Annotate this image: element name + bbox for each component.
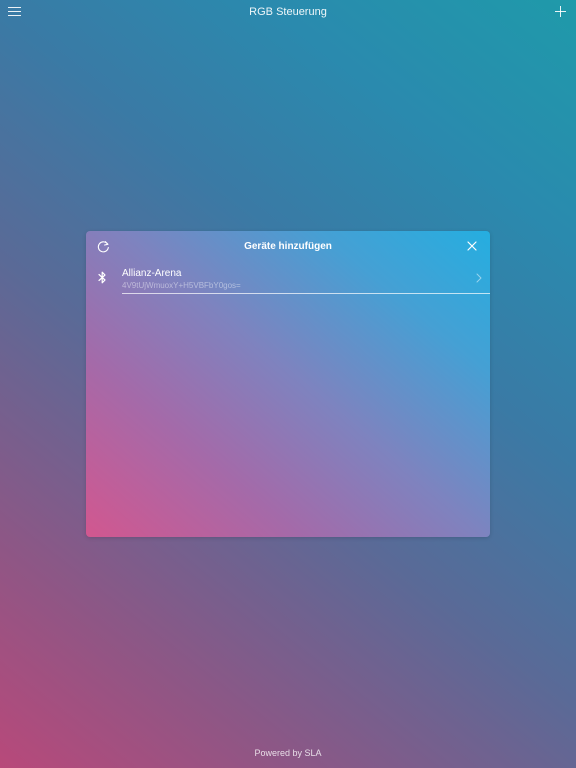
page-title: RGB Steuerung (249, 6, 327, 18)
device-list-item[interactable]: Allianz-Arena 4V9tUjWmuoxY+H5VBFbY0gos= (86, 263, 490, 294)
add-devices-dialog: Geräte hinzufügen Allianz-Arena 4V9tUjWm… (86, 231, 490, 537)
dialog-header: Geräte hinzufügen (86, 231, 490, 261)
bluetooth-icon (98, 271, 106, 284)
device-name: Allianz-Arena (122, 268, 182, 279)
plus-icon[interactable] (555, 6, 566, 17)
row-divider (122, 293, 490, 294)
close-icon[interactable] (467, 241, 477, 251)
top-bar: RGB Steuerung (0, 0, 576, 26)
chevron-right-icon (476, 273, 482, 283)
device-identifier: 4V9tUjWmuoxY+H5VBFbY0gos= (122, 281, 241, 290)
footer-text: Powered by SLA (254, 748, 322, 758)
dialog-title: Geräte hinzufügen (244, 241, 332, 252)
